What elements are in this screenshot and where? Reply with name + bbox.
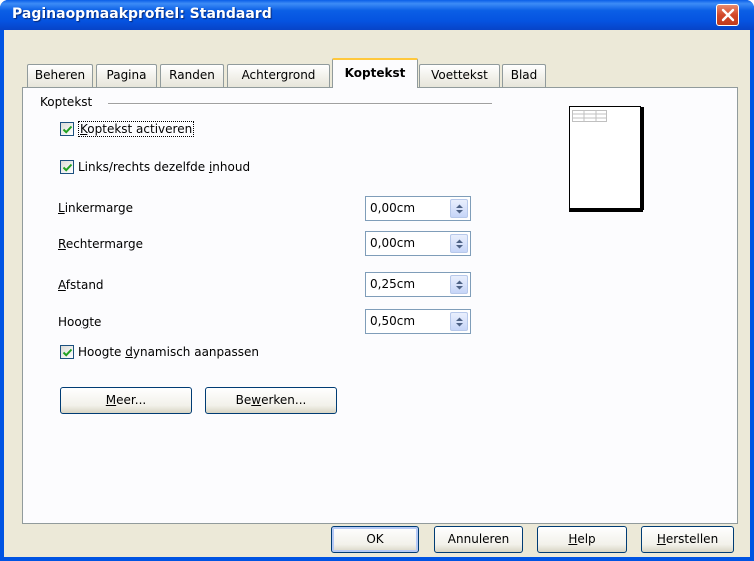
tab-label: Randen bbox=[169, 68, 215, 82]
tab-koptekst[interactable]: Koptekst bbox=[332, 58, 418, 88]
tab-label: Beheren bbox=[34, 68, 86, 82]
activate-header-label: Koptekst activeren bbox=[78, 121, 195, 137]
window-title: Paginaopmaakprofiel: Standaard bbox=[12, 6, 272, 22]
left-margin-label: Linkermarge bbox=[58, 201, 133, 215]
left-margin-value[interactable]: 0,00cm bbox=[370, 201, 415, 215]
tab-blad[interactable]: Blad bbox=[502, 64, 546, 87]
spacing-spin-buttons[interactable] bbox=[450, 275, 468, 294]
label-pre: Links/rechts dezelfde bbox=[78, 160, 209, 174]
label-pre: Hoo bbox=[58, 315, 82, 329]
height-spin-buttons[interactable] bbox=[450, 312, 468, 331]
tab-randen[interactable]: Randen bbox=[160, 64, 224, 87]
right-margin-spin-buttons[interactable] bbox=[450, 234, 468, 253]
mnemonic: H bbox=[656, 532, 666, 546]
right-margin-value[interactable]: 0,00cm bbox=[370, 236, 415, 250]
label-rest: elp bbox=[577, 532, 596, 546]
spacing-spinfield[interactable]: 0,25cm bbox=[365, 272, 471, 297]
label: Annuleren bbox=[447, 532, 510, 546]
spin-updown-icon bbox=[456, 204, 463, 214]
header-preview-icon bbox=[572, 110, 607, 122]
page-preview bbox=[569, 106, 644, 212]
label-rest: ynamisch aanpassen bbox=[132, 345, 259, 359]
mnemonic: d bbox=[125, 345, 133, 359]
tab-label: Koptekst bbox=[344, 66, 406, 80]
activate-header-checkbox[interactable]: Koptekst activeren bbox=[60, 121, 195, 137]
cancel-button[interactable]: Annuleren bbox=[434, 526, 523, 553]
label: OK bbox=[366, 532, 384, 546]
mnemonic: w bbox=[251, 393, 262, 407]
label-rest: fstand bbox=[65, 278, 104, 292]
tab-label: Pagina bbox=[106, 68, 147, 82]
reset-button[interactable]: Herstellen bbox=[641, 526, 734, 553]
close-icon bbox=[721, 8, 735, 22]
spacing-label: Afstand bbox=[58, 278, 104, 292]
height-value[interactable]: 0,50cm bbox=[370, 314, 415, 328]
group-label-koptekst: Koptekst bbox=[40, 95, 93, 109]
preview-shadow bbox=[569, 208, 643, 212]
label-pre: Hoogte bbox=[78, 345, 126, 359]
left-margin-spin-buttons[interactable] bbox=[450, 199, 468, 218]
left-margin-spinfield[interactable]: 0,00cm bbox=[365, 196, 471, 221]
spacing-value[interactable]: 0,25cm bbox=[370, 277, 415, 291]
tab-beheren[interactable]: Beheren bbox=[27, 64, 93, 87]
tab-achtergrond[interactable]: Achtergrond bbox=[227, 64, 330, 87]
label-rest: optekst activeren bbox=[87, 122, 193, 136]
mnemonic: R bbox=[58, 237, 66, 251]
height-label: Hoogte bbox=[58, 315, 101, 329]
group-divider bbox=[108, 103, 492, 105]
edit-button[interactable]: Bewerken... bbox=[205, 387, 337, 414]
mnemonic: H bbox=[568, 532, 578, 546]
checkmark-icon bbox=[62, 125, 73, 134]
label-rest: inkermarge bbox=[64, 201, 134, 215]
checkbox-box[interactable] bbox=[60, 345, 74, 359]
title-bar[interactable]: Paginaopmaakprofiel: Standaard bbox=[0, 0, 754, 30]
preview-shadow bbox=[640, 107, 644, 210]
tab-label: Achtergrond bbox=[241, 68, 316, 82]
label-rest: eer... bbox=[116, 393, 147, 407]
tab-label: Voettekst bbox=[431, 68, 488, 82]
label-rest: erken... bbox=[261, 393, 307, 407]
spin-updown-icon bbox=[456, 239, 463, 249]
right-margin-spinfield[interactable]: 0,00cm bbox=[365, 231, 471, 256]
checkmark-icon bbox=[62, 163, 73, 172]
tab-label: Blad bbox=[510, 68, 538, 82]
tab-voettekst[interactable]: Voettekst bbox=[419, 64, 500, 87]
spin-updown-icon bbox=[456, 280, 463, 290]
autofit-height-label: Hoogte dynamisch aanpassen bbox=[78, 345, 259, 359]
height-spinfield[interactable]: 0,50cm bbox=[365, 309, 471, 334]
tab-pagina[interactable]: Pagina bbox=[96, 64, 157, 87]
same-content-checkbox[interactable]: Links/rechts dezelfde inhoud bbox=[60, 160, 250, 174]
autofit-height-checkbox[interactable]: Hoogte dynamisch aanpassen bbox=[60, 345, 259, 359]
checkmark-icon bbox=[62, 348, 73, 357]
same-content-label: Links/rechts dezelfde inhoud bbox=[78, 160, 250, 174]
label-rest: nhoud bbox=[212, 160, 251, 174]
checkbox-box[interactable] bbox=[60, 122, 74, 136]
right-margin-label: Rechtermarge bbox=[58, 237, 143, 251]
label-pre: Be bbox=[235, 393, 252, 407]
ok-button[interactable]: OK bbox=[331, 526, 419, 553]
more-button[interactable]: Meer... bbox=[60, 387, 192, 414]
label-rest: echtermarge bbox=[65, 237, 143, 251]
checkbox-box[interactable] bbox=[60, 160, 74, 174]
close-button[interactable] bbox=[716, 4, 739, 26]
mnemonic: A bbox=[58, 278, 66, 292]
mnemonic: L bbox=[58, 201, 65, 215]
mnemonic: M bbox=[105, 393, 117, 407]
label-rest: erstellen bbox=[665, 532, 719, 546]
help-button[interactable]: Help bbox=[537, 526, 627, 553]
spin-updown-icon bbox=[456, 317, 463, 327]
label-rest: te bbox=[89, 315, 102, 329]
